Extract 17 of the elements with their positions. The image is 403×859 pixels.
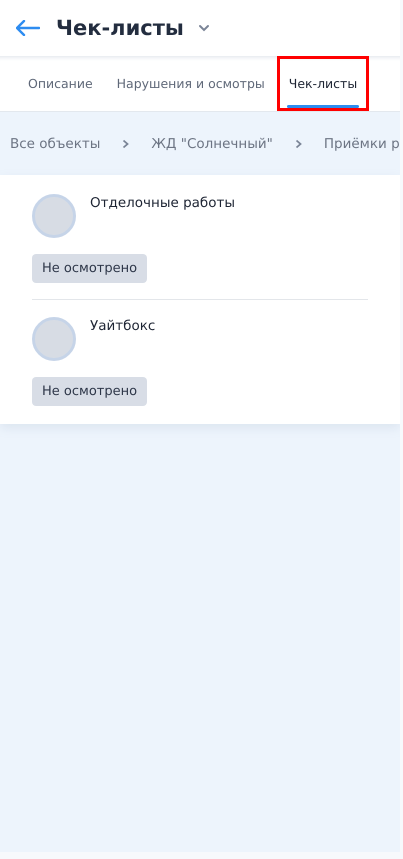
tab[interactable]: Чек-листы <box>276 56 370 111</box>
chevron-down-icon[interactable] <box>198 24 210 32</box>
status-badge: Не осмотрено <box>32 377 148 406</box>
checklist-name[interactable]: Отделочные работы <box>90 193 236 211</box>
chevron-right-icon <box>294 138 302 148</box>
breadcrumb-link[interactable]: ЖД "Солнечный" <box>151 136 273 152</box>
page-title: Чек-листы <box>56 16 184 40</box>
back-arrow-icon[interactable] <box>16 20 40 36</box>
progress-circle-icon <box>32 317 76 361</box>
progress-circle-icon <box>32 194 76 238</box>
breadcrumb-link[interactable]: Приёмки р <box>324 136 400 152</box>
chevron-right-icon <box>122 138 130 148</box>
breadcrumb-link[interactable]: Все объекты <box>10 136 100 152</box>
checklist-name[interactable]: Уайтбокс <box>90 316 156 334</box>
status-badge: Не осмотрено <box>32 254 148 283</box>
tab[interactable]: Нарушения и осмотры <box>104 56 277 111</box>
tab[interactable]: Описание <box>16 56 105 111</box>
